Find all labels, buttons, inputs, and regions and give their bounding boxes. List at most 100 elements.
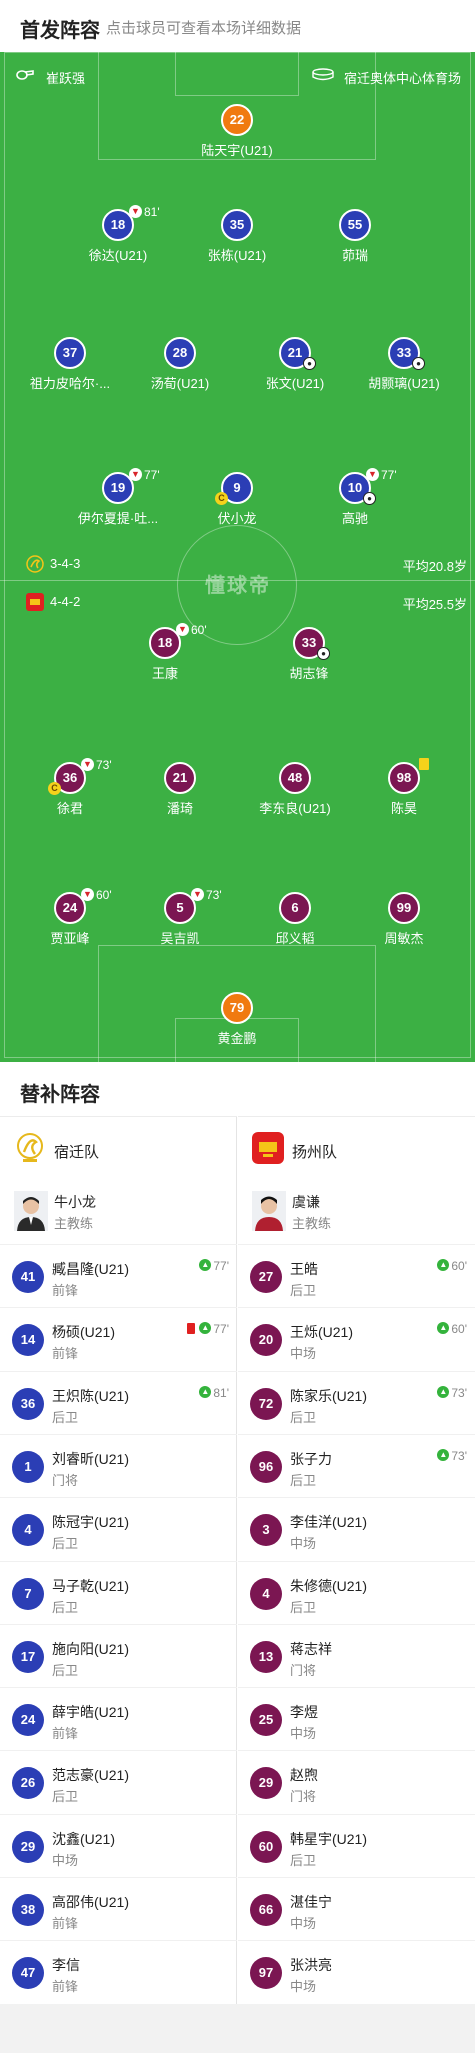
sub-player-number: 3 xyxy=(250,1514,282,1547)
sub-player-row[interactable]: 60 韩星宇(U21) 后卫 xyxy=(238,1813,475,1878)
away-player[interactable]: 18 ▼ 60' 王康 xyxy=(105,623,225,687)
sub-player-name: 李佳洋(U21) xyxy=(290,1514,368,1531)
stadium-name: 宿迁奥体中心体育场 xyxy=(344,71,462,86)
sub-player-row[interactable]: 25 李煜 中场 xyxy=(238,1687,475,1751)
lineup-hint: 点击球员可查看本场详细数据 xyxy=(106,20,302,37)
away-avg-age: 平均25.5岁 xyxy=(402,597,467,612)
sub-player-position: 前锋 xyxy=(52,1283,79,1298)
sub-player-position: 中场 xyxy=(290,1979,317,1995)
sub-out-icon: ▼ xyxy=(129,205,142,218)
away-team-header[interactable]: 扬州队 xyxy=(238,1116,475,1180)
away-player-gk[interactable]: 79 黄金鹏 xyxy=(177,992,297,1052)
home-player[interactable]: 21 ● 张文(U21) xyxy=(235,337,355,397)
sub-player-row[interactable]: 17 施向阳(U21) 后卫 xyxy=(0,1623,237,1688)
player-name: 潘琦 xyxy=(166,801,193,816)
away-player[interactable]: 33 ● 胡志锋 xyxy=(249,627,369,687)
sub-player-row[interactable]: 36 王炽陈(U21) 后卫 ▲ 81' xyxy=(0,1370,237,1435)
home-coach[interactable]: 牛小龙 主教练 xyxy=(0,1180,237,1244)
page-footer xyxy=(0,2004,475,2053)
sub-player-row[interactable]: 66 湛佳宁 中场 xyxy=(238,1877,475,1941)
sub-player-row[interactable]: 14 杨硕(U21) 前锋 ▲ 77' xyxy=(0,1307,237,1371)
sub-player-row[interactable]: 27 王皓 后卫 ▲ 60' xyxy=(238,1244,475,1308)
captain-badge: C xyxy=(215,492,228,505)
player-number: 98 xyxy=(388,762,420,794)
sub-player-number: 7 xyxy=(12,1577,44,1610)
football-icon: ● xyxy=(303,357,316,370)
away-player[interactable]: 5 ▼ 73' 吴吉凯 xyxy=(120,888,240,952)
away-player[interactable]: 98 陈昊 xyxy=(344,758,464,822)
away-team-name: 扬州队 xyxy=(292,1144,338,1161)
home-player[interactable]: 55 茆瑞 xyxy=(295,209,415,269)
away-player[interactable]: 24 ▼ 60' 贾亚峰 xyxy=(10,888,130,952)
player-name: 祖力皮哈尔·... xyxy=(29,376,111,391)
home-avg-age: 平均20.8岁 xyxy=(402,559,467,574)
sub-out-icon: ▼ xyxy=(81,888,94,901)
sub-in-minute: 73' xyxy=(451,1385,467,1400)
sub-player-row[interactable]: 26 范志豪(U21) 后卫 xyxy=(0,1750,237,1814)
player-name: 王康 xyxy=(151,666,178,681)
home-player[interactable]: 19 ▼ 77' 伊尔夏提·吐... xyxy=(58,468,178,532)
sub-player-row[interactable]: 24 薛宇皓(U21) 前锋 xyxy=(0,1687,237,1751)
sub-in-marker: ▲ 81' xyxy=(199,1385,229,1400)
home-team-header[interactable]: 宿迁队 xyxy=(0,1116,237,1180)
sub-player-position: 后卫 xyxy=(52,1789,79,1805)
home-player-gk[interactable]: 22 陆天宇(U21) xyxy=(177,104,297,164)
home-player[interactable]: 9 C 伏小龙 xyxy=(177,472,297,532)
sub-player-row[interactable]: 20 王烁(U21) 中场 ▲ 60' xyxy=(238,1307,475,1371)
away-player[interactable]: 21 潘琦 xyxy=(120,762,240,822)
player-name: 邱义韬 xyxy=(275,931,315,946)
sub-player-name: 范志豪(U21) xyxy=(52,1767,130,1784)
sub-player-name: 湛佳宁 xyxy=(290,1894,332,1910)
sub-player-row[interactable]: 72 陈家乐(U21) 后卫 ▲ 73' xyxy=(238,1370,475,1435)
sub-player-row[interactable]: 29 赵煦 门将 xyxy=(238,1750,475,1814)
yellow-card-icon xyxy=(419,758,429,770)
sub-player-row[interactable]: 29 沈鑫(U21) 中场 xyxy=(0,1813,237,1878)
sub-in-minute: 77' xyxy=(213,1259,229,1273)
home-player[interactable]: 37 祖力皮哈尔·... xyxy=(10,337,130,397)
sub-player-number: 60 xyxy=(250,1830,282,1863)
sub-player-row[interactable]: 13 蒋志祥 门将 xyxy=(238,1623,475,1688)
away-player[interactable]: 48 李东良(U21) xyxy=(235,762,355,822)
away-subs-column: 扬州队 虞谦 主教练 27 王皓 后卫 ▲ 60' 20 王烁(U21) 中场 ▲ 60' 72 陈家… xyxy=(238,1116,475,2004)
home-coach-name: 牛小龙 xyxy=(54,1194,96,1210)
player-name: 陆天宇(U21) xyxy=(201,143,273,158)
pitch: 崔跃强 宿迁奥体中心体育场 懂球帝 3-4-3 平均20.8岁 4-4-2 平均… xyxy=(0,52,475,1062)
sub-player-number: 26 xyxy=(12,1767,44,1800)
sub-player-row[interactable]: 4 陈冠宇(U21) 后卫 xyxy=(0,1497,237,1561)
home-player[interactable]: 18 ▼ 81' 徐达(U21) xyxy=(58,205,178,269)
away-player[interactable]: 36 ▼ 73' C 徐君 xyxy=(10,758,130,822)
home-player[interactable]: 33 ● 胡颢璃(U21) xyxy=(344,337,464,397)
home-player[interactable]: 10 ▼ 77' ● 高驰 xyxy=(295,468,415,532)
sub-player-row[interactable]: 41 臧昌隆(U21) 前锋 ▲ 77' xyxy=(0,1244,237,1308)
sub-player-name: 杨硕(U21) xyxy=(52,1324,116,1341)
sub-out-marker: ▼ 60' xyxy=(81,888,112,902)
lineup-title: 首发阵容 xyxy=(20,20,100,42)
away-coach[interactable]: 虞谦 主教练 xyxy=(238,1180,475,1244)
sub-player-row[interactable]: 3 李佳洋(U21) 中场 xyxy=(238,1497,475,1561)
sub-in-minute: 77' xyxy=(213,1322,229,1337)
player-number: 99 xyxy=(388,892,420,924)
sub-player-row[interactable]: 38 高邵伟(U21) 前锋 xyxy=(0,1877,237,1941)
player-number: 21 xyxy=(164,762,196,794)
player-name: 汤荀(U21) xyxy=(150,376,210,391)
sub-player-position: 前锋 xyxy=(52,1726,79,1742)
sub-player-row[interactable]: 96 张子力 后卫 ▲ 73' xyxy=(238,1433,475,1498)
home-player[interactable]: 35 张栋(U21) xyxy=(177,209,297,269)
sub-player-row[interactable]: 97 张洪亮 中场 xyxy=(238,1940,475,2004)
sub-player-name: 刘睿昕(U21) xyxy=(52,1450,130,1467)
sub-player-position: 后卫 xyxy=(52,1409,79,1425)
sub-player-row[interactable]: 7 马子乾(U21) 后卫 xyxy=(0,1560,237,1625)
player-number: 22 xyxy=(221,104,253,136)
away-player[interactable]: 99 周敏杰 xyxy=(344,892,464,952)
sub-player-row[interactable]: 47 李信 前锋 xyxy=(0,1940,237,2004)
football-icon: ● xyxy=(412,357,425,370)
sub-player-name: 马子乾(U21) xyxy=(52,1577,130,1594)
sub-player-row[interactable]: 1 刘睿昕(U21) 门将 xyxy=(0,1433,237,1498)
sub-player-row[interactable]: 4 朱修德(U21) 后卫 xyxy=(238,1560,475,1625)
player-number: 48 xyxy=(279,762,311,794)
sub-player-position: 中场 xyxy=(290,1346,317,1362)
sub-in-icon: ▲ xyxy=(437,1259,450,1271)
home-player[interactable]: 28 汤荀(U21) xyxy=(120,337,240,397)
away-player[interactable]: 6 邱义韬 xyxy=(235,892,355,952)
player-name: 吴吉凯 xyxy=(160,931,200,946)
